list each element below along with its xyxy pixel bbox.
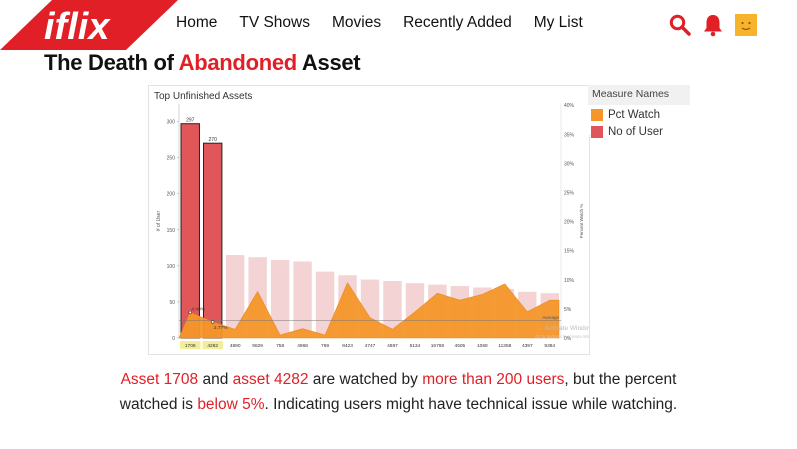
bar-no-of-user — [180, 123, 200, 339]
nav-link-recently-added[interactable]: Recently Added — [403, 14, 512, 32]
x-tick-label: 4397 — [522, 343, 533, 349]
watermark-activate-windows: Activate Windows — [545, 325, 589, 332]
y-tick-label: 250 — [167, 156, 176, 162]
pct-marker — [211, 320, 215, 324]
title-part-3: Asset — [296, 50, 361, 75]
legend-label-no-of-user: No of User — [608, 126, 663, 138]
y-tick-label: 0 — [172, 336, 175, 342]
caption-text: , but the percent — [564, 371, 677, 388]
title-part-1: The Death of — [44, 50, 179, 75]
nav-link-tv-shows[interactable]: TV Shows — [239, 14, 310, 32]
data-label-users: 270 — [209, 137, 218, 143]
legend-swatch-pct-watch — [591, 109, 603, 121]
y2-tick-label: 30% — [564, 161, 575, 167]
x-tick-label: 758 — [276, 343, 284, 349]
y2-tick-label: 15% — [564, 249, 575, 255]
x-tick-label: 5134 — [410, 343, 421, 349]
caption-line-1: Asset 1708 and asset 4282 are watched by… — [0, 367, 797, 392]
legend-swatch-no-of-user — [591, 126, 603, 138]
title-highlight: Abandoned — [178, 50, 298, 75]
profile-avatar-icon[interactable] — [734, 13, 758, 42]
y2-tick-label: 40% — [564, 103, 575, 109]
caption-highlight: Asset 1708 — [120, 371, 199, 388]
caption-text: are watched by — [308, 371, 423, 388]
x-tick-label: 11358 — [498, 343, 511, 349]
y2-tick-label: 5% — [564, 307, 572, 313]
insight-caption: Asset 1708 and asset 4282 are watched by… — [0, 367, 797, 417]
caption-highlight: asset 4282 — [232, 371, 309, 388]
legend-item-no-of-user[interactable]: No of User — [591, 126, 663, 138]
caption-text: . Indicating users might have technical … — [264, 396, 678, 413]
x-tick-label: 4747 — [365, 343, 376, 349]
data-label-pct: 2.77% — [214, 325, 228, 331]
y2-tick-label: 35% — [564, 132, 575, 138]
y-tick-label: 200 — [167, 192, 176, 198]
y-tick-label: 100 — [167, 264, 176, 270]
search-icon[interactable] — [668, 13, 692, 42]
y-axis-label: # of User — [156, 211, 162, 232]
unfinished-assets-chart: 050100150200250300# of User0%5%10%15%20%… — [156, 103, 589, 349]
data-label-users: 297 — [186, 118, 195, 124]
chart-legend: Measure Names Pct Watch No of User — [588, 85, 690, 138]
x-tick-label: 4282 — [207, 343, 218, 349]
y2-tick-label: 10% — [564, 278, 575, 284]
nav-icons — [668, 13, 768, 42]
caption-highlight: below 5% — [197, 396, 265, 413]
x-tick-label: 4505 — [455, 343, 466, 349]
x-tick-label: 16769 — [431, 343, 445, 349]
nav-link-my-list[interactable]: My List — [534, 14, 583, 32]
bar-no-of-user — [202, 142, 223, 339]
y-tick-label: 150 — [167, 228, 176, 234]
y-tick-label: 50 — [169, 300, 175, 306]
caption-text: watched is — [119, 396, 198, 413]
reference-line-label: Average — [542, 315, 559, 320]
nav-links: Home TV Shows Movies Recently Added My L… — [176, 14, 605, 32]
x-tick-label: 4890 — [230, 343, 241, 349]
nav-link-movies[interactable]: Movies — [332, 14, 381, 32]
x-tick-label: 1068 — [477, 343, 488, 349]
x-tick-label: 4968 — [297, 343, 308, 349]
bell-icon[interactable] — [702, 13, 724, 42]
y2-tick-label: 20% — [564, 220, 575, 226]
x-tick-label: 4887 — [387, 343, 398, 349]
y-tick-label: 300 — [167, 120, 176, 126]
caption-line-2: watched is below 5%. Indicating users mi… — [0, 392, 797, 417]
bar-no-of-user — [293, 261, 312, 338]
y2-axis-label: Percent Watch % — [579, 204, 584, 239]
iflix-logo[interactable]: iflix — [0, 0, 178, 50]
legend-title: Measure Names — [588, 85, 690, 105]
y2-tick-label: 25% — [564, 190, 575, 196]
legend-item-pct-watch[interactable]: Pct Watch — [591, 109, 660, 121]
x-tick-label: 8423 — [342, 343, 353, 349]
caption-text: and — [198, 371, 233, 388]
nav-link-home[interactable]: Home — [176, 14, 217, 32]
caption-highlight: more than 200 users — [422, 371, 565, 388]
watermark-settings-hint: Go to Settings to activate Windows. — [535, 334, 589, 339]
x-tick-label: 9829 — [252, 343, 263, 349]
x-tick-label: 9384 — [544, 343, 555, 349]
x-tick-label: 769 — [321, 343, 329, 349]
chart-card: Top Unfinished Assets 0 50 100 150 200 250 300… — [148, 85, 590, 355]
page-title: The Death of Abandoned Asset — [44, 50, 361, 76]
logo-text: iflix — [44, 6, 111, 48]
top-nav: iflix Home TV Shows Movies Recently Adde… — [0, 0, 797, 50]
data-label-pct: 4.40% — [191, 306, 205, 312]
x-tick-label: 1708 — [185, 343, 196, 349]
legend-label-pct-watch: Pct Watch — [608, 109, 660, 121]
